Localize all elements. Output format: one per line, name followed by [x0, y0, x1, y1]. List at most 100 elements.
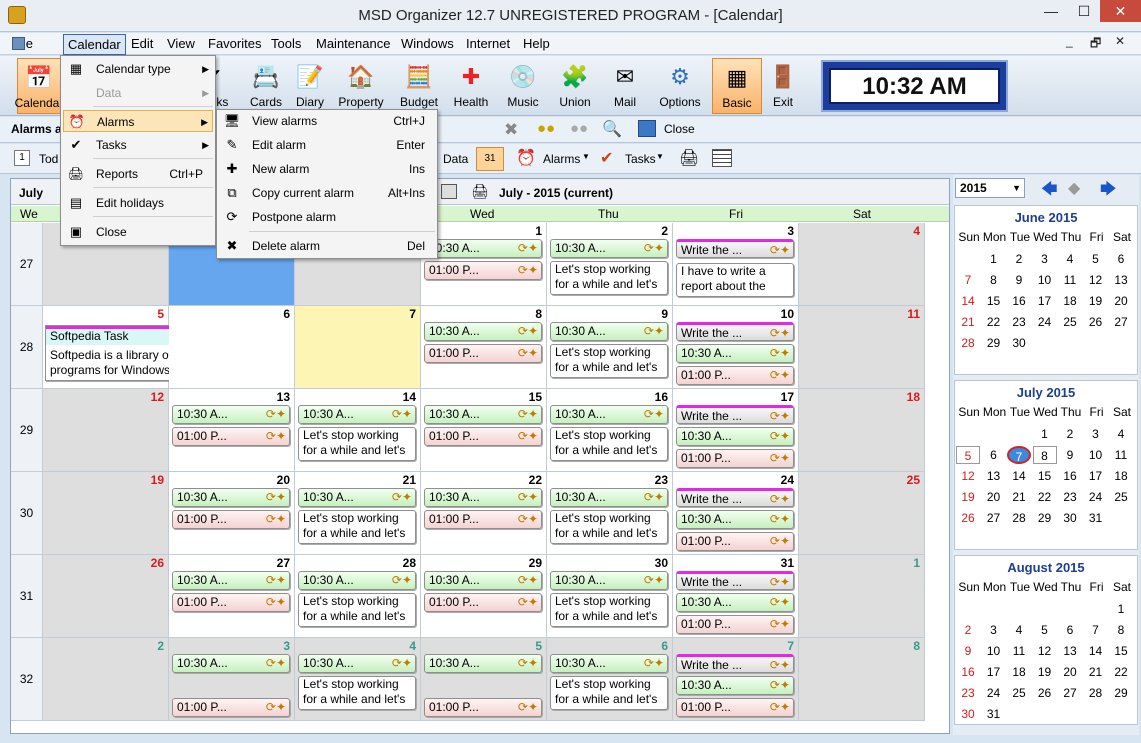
mini-day[interactable]: 19 — [956, 488, 980, 506]
mini-day[interactable]: 25 — [1109, 488, 1133, 506]
task-check-icon[interactable]: ✔ — [600, 148, 613, 168]
alarm-note[interactable]: Let's stop working for a while and let's — [550, 676, 668, 710]
mini-day[interactable]: 11 — [1058, 271, 1082, 289]
previous-arrow-icon[interactable]: 🡄 — [1041, 178, 1058, 205]
alarm-event[interactable]: 10:30 A... ⟳✦ — [172, 405, 290, 424]
mini-day[interactable]: 7 — [1007, 446, 1031, 464]
day-cell[interactable]: 2 10:30 A... ⟳✦ Let's stop working for a wh… — [547, 223, 673, 306]
mini-day[interactable]: 2 — [1058, 425, 1082, 443]
next-arrow-icon[interactable]: 🡆 — [1100, 178, 1117, 205]
mini-day[interactable]: 4 — [1007, 621, 1031, 639]
alarm-event[interactable]: 01:00 P... ⟳✦ — [172, 593, 290, 612]
alarm-event[interactable]: 10:30 A... ⟳✦ — [298, 571, 416, 590]
alarm-event[interactable]: 01:00 P... ⟳✦ — [676, 532, 794, 551]
alarm-event[interactable]: 10:30 A... ⟳✦ — [298, 405, 416, 424]
menu-item-alarms[interactable]: ⏰ Alarms ▶ — [63, 110, 213, 132]
menu-view[interactable]: View — [167, 36, 195, 51]
mini-day[interactable]: 21 — [956, 313, 980, 331]
maximize-button[interactable]: ☐ — [1066, 0, 1102, 22]
alarm-note[interactable]: Let's stop working for a while and let's — [550, 344, 668, 378]
mini-day[interactable]: 8 — [1032, 446, 1057, 464]
alarm-event[interactable]: 10:30 A... ⟳✦ — [172, 654, 290, 673]
mini-day[interactable]: 19 — [1033, 663, 1057, 681]
mini-day[interactable]: 5 — [1033, 621, 1057, 639]
today-icon[interactable]: 1 — [14, 150, 30, 166]
mini-day[interactable]: 6 — [1058, 621, 1082, 639]
alarm-event[interactable]: 01:00 P... ⟳✦ — [676, 449, 794, 468]
mini-day[interactable]: 20 — [1058, 663, 1082, 681]
alarm-note[interactable]: Let's stop working for a while and let's — [550, 510, 668, 544]
day-cell[interactable]: 11 — [799, 306, 925, 389]
mini-day[interactable]: 20 — [1109, 292, 1133, 310]
menu-tools[interactable]: Tools — [271, 36, 301, 51]
task-note[interactable]: I have to write a report about the — [676, 263, 794, 297]
day-cell[interactable]: 1 — [799, 555, 925, 638]
day-cell[interactable]: 29 10:30 A... ⟳✦ 01:00 P... ⟳✦ — [421, 555, 547, 638]
day-cell[interactable]: 8 10:30 A... ⟳✦ 01:00 P... ⟳✦ — [421, 306, 547, 389]
mdi-restore-button[interactable]: 🗗 — [1090, 34, 1101, 55]
day-cell[interactable]: 28 10:30 A... ⟳✦ Let's stop working for a w… — [295, 555, 421, 638]
alarm-event[interactable]: 01:00 P... ⟳✦ — [424, 510, 542, 529]
day-cell[interactable]: 9 10:30 A... ⟳✦ Let's stop working for a wh… — [547, 306, 673, 389]
alarm-event[interactable]: 10:30 A... ⟳✦ — [424, 239, 542, 258]
alarm-event[interactable]: 01:00 P... ⟳✦ — [172, 427, 290, 446]
menu-edit[interactable]: Edit — [131, 36, 153, 51]
day-cell[interactable]: 30 10:30 A... ⟳✦ Let's stop working for a w… — [547, 555, 673, 638]
mini-day[interactable]: 8 — [982, 271, 1006, 289]
mini-day[interactable]: 10 — [982, 642, 1006, 660]
day-cell[interactable]: 27 10:30 A... ⟳✦ 01:00 P... ⟳✦ — [169, 555, 295, 638]
mini-day[interactable]: 23 — [1058, 488, 1082, 506]
alarm-note[interactable]: Let's stop working for a while and let's — [298, 427, 416, 461]
toolbar-options-button[interactable]: ⚙ Options — [655, 58, 705, 114]
year-select[interactable]: 2015 ▼ — [955, 178, 1025, 198]
alarm-note[interactable]: Let's stop working for a while and let's — [298, 676, 416, 710]
alarms-dropdown[interactable]: Alarms — [543, 152, 580, 166]
day-cell[interactable]: 6 10:30 A... ⟳✦ Let's stop working for a wh… — [547, 638, 673, 721]
mini-day[interactable]: 26 — [1084, 313, 1108, 331]
menu-calendar[interactable]: Calendar — [63, 34, 126, 55]
alarm-event[interactable]: 01:00 P... ⟳✦ — [172, 698, 290, 717]
alarm-event[interactable]: 10:30 A... ⟳✦ — [424, 654, 542, 673]
mini-day[interactable]: 29 — [982, 334, 1006, 352]
toolbar-property-button[interactable]: 🏠 Property — [336, 58, 386, 114]
alarm-note[interactable]: Let's stop working for a while and let's — [550, 261, 668, 295]
menu-item-reports[interactable]: 🖨 Reports Ctrl+P — [63, 163, 213, 185]
mini-day[interactable]: 1 — [1033, 425, 1057, 443]
alarm-event[interactable]: 01:00 P... ⟳✦ — [424, 261, 542, 280]
mdi-close-button[interactable]: ✕ — [1115, 34, 1125, 48]
mini-day[interactable]: 18 — [1058, 292, 1082, 310]
alarm-note[interactable]: Let's stop working for a while and let's — [298, 593, 416, 627]
day-view-button[interactable]: 31 — [476, 147, 504, 171]
day-cell[interactable]: 3 Write the ... ⟳✦ I have to write a report… — [673, 223, 799, 306]
alarm-event[interactable]: 01:00 P... ⟳✦ — [424, 698, 542, 717]
day-cell[interactable]: 10 Write the ... ⟳✦ 10:30 A... ⟳✦ 01:00 P... ⟳… — [673, 306, 799, 389]
task-event[interactable]: Write the ... ⟳✦ — [676, 239, 794, 258]
mini-day[interactable]: 25 — [1058, 313, 1082, 331]
mini-day[interactable]: 1 — [982, 250, 1006, 268]
mini-day[interactable]: 2 — [1007, 250, 1031, 268]
day-cell[interactable]: 6 — [169, 306, 295, 389]
menu-item-edit-holidays[interactable]: ▤ Edit holidays — [63, 192, 213, 214]
mini-day[interactable]: 13 — [1058, 642, 1082, 660]
mini-day[interactable]: 18 — [1007, 663, 1031, 681]
mini-day[interactable]: 9 — [956, 642, 980, 660]
mini-day[interactable]: 11 — [1007, 642, 1031, 660]
day-cell[interactable]: 12 — [43, 389, 169, 472]
menu-internet[interactable]: Internet — [466, 36, 510, 51]
mini-day[interactable]: 14 — [1007, 467, 1031, 485]
mini-day[interactable]: 29 — [1109, 684, 1133, 702]
toolbar-calendar-button[interactable]: 📅 Calendar — [15, 58, 63, 114]
mini-day[interactable]: 22 — [1033, 488, 1057, 506]
close-pane-label[interactable]: Close — [664, 122, 695, 136]
mini-day[interactable]: 10 — [1084, 446, 1108, 464]
alarm-event[interactable]: 01:00 P... ⟳✦ — [676, 615, 794, 634]
menu-item-edit-alarm[interactable]: ✎ Edit alarm Enter — [219, 134, 435, 156]
alarm-event[interactable]: 10:30 A... ⟳✦ — [676, 427, 794, 446]
toolbar-mail-button[interactable]: ✉ Mail — [600, 58, 650, 114]
alarm-event[interactable]: 01:00 P... ⟳✦ — [424, 427, 542, 446]
mini-day[interactable]: 7 — [956, 271, 980, 289]
alarm-event[interactable]: 10:30 A... ⟳✦ — [550, 405, 668, 424]
mini-day[interactable]: 2 — [956, 621, 980, 639]
alarm-event[interactable]: 10:30 A... ⟳✦ — [424, 488, 542, 507]
day-cell[interactable]: 25 — [799, 472, 925, 555]
